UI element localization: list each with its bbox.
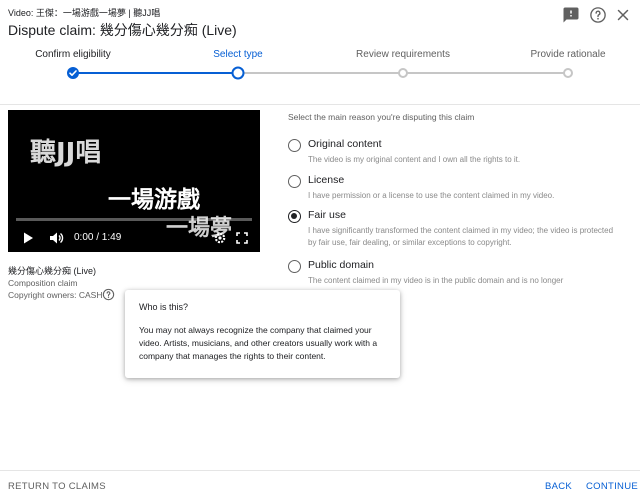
settings-gear-icon[interactable] bbox=[212, 230, 228, 246]
option-label: License bbox=[308, 174, 345, 186]
step-label-select-type: Select type bbox=[213, 49, 263, 60]
video-player[interactable]: 聽JJ唱 一場游戲 一場夢 0:00 / 1:49 bbox=[8, 110, 260, 252]
fullscreen-icon[interactable] bbox=[234, 230, 250, 246]
feedback-icon[interactable] bbox=[562, 6, 580, 24]
step-label-confirm-eligibility: Confirm eligibility bbox=[35, 49, 111, 60]
video-time: 0:00 / 1:49 bbox=[74, 232, 122, 243]
video-controls: 0:00 / 1:49 bbox=[8, 228, 260, 248]
claim-title: 幾分傷心幾分痴 (Live) bbox=[8, 266, 97, 276]
step-label-provide-rationale: Provide rationale bbox=[530, 49, 606, 60]
claim-type: Composition claim bbox=[8, 278, 78, 288]
dialog-header: Video: 王傑：一場游戲一場夢 | 聽JJ唱 Dispute claim: … bbox=[0, 0, 640, 40]
tooltip-body: You may not always recognize the company… bbox=[139, 325, 378, 361]
option-label: Public domain bbox=[308, 259, 374, 271]
who-is-this-tooltip: Who is this? You may not always recogniz… bbox=[125, 290, 400, 378]
option-description: I have significantly transformed the con… bbox=[308, 226, 614, 247]
close-icon[interactable] bbox=[614, 6, 632, 24]
stepper-line-complete bbox=[73, 72, 238, 74]
play-icon[interactable] bbox=[20, 230, 36, 246]
stepper-divider bbox=[0, 104, 640, 105]
radio-original-content[interactable] bbox=[288, 139, 301, 152]
video-overlay-text: 聽JJ唱 bbox=[30, 138, 102, 168]
step-active-dot bbox=[231, 66, 245, 80]
step-label-review-requirements: Review requirements bbox=[356, 49, 450, 60]
tooltip-title: Who is this? bbox=[139, 302, 189, 312]
dispute-instruction: Select the main reason you're disputing … bbox=[288, 112, 475, 122]
option-description: I have permission or a license to use th… bbox=[308, 191, 555, 200]
step-complete-check-icon bbox=[67, 67, 79, 79]
video-overlay-text: 一場游戲 bbox=[108, 187, 200, 213]
return-to-claims-button[interactable]: RETURN TO CLAIMS bbox=[8, 481, 106, 492]
option-label: Fair use bbox=[308, 209, 346, 221]
video-progress-bar[interactable] bbox=[16, 218, 252, 221]
option-description: The video is my original content and I o… bbox=[308, 155, 521, 164]
progress-stepper: Confirm eligibility Select type Review r… bbox=[0, 40, 640, 104]
back-button[interactable]: BACK bbox=[545, 481, 572, 492]
radio-public-domain[interactable] bbox=[288, 260, 301, 273]
continue-button[interactable]: CONTINUE bbox=[586, 481, 638, 492]
radio-fair-use[interactable] bbox=[288, 210, 301, 223]
owner-help-icon[interactable] bbox=[102, 288, 115, 301]
help-icon[interactable] bbox=[589, 6, 607, 24]
option-label: Original content bbox=[308, 138, 382, 150]
radio-license[interactable] bbox=[288, 175, 301, 188]
option-description: The content claimed in my video is in th… bbox=[308, 276, 564, 285]
footer-divider bbox=[0, 470, 640, 471]
step-pending-dot bbox=[398, 68, 408, 78]
dialog-title: Dispute claim: 幾分傷心幾分痴 (Live) bbox=[8, 22, 237, 38]
video-title-line: Video: 王傑：一場游戲一場夢 | 聽JJ唱 bbox=[8, 8, 161, 18]
claim-owners: Copyright owners: CASH bbox=[8, 290, 103, 300]
step-pending-dot bbox=[563, 68, 573, 78]
volume-icon[interactable] bbox=[48, 230, 64, 246]
